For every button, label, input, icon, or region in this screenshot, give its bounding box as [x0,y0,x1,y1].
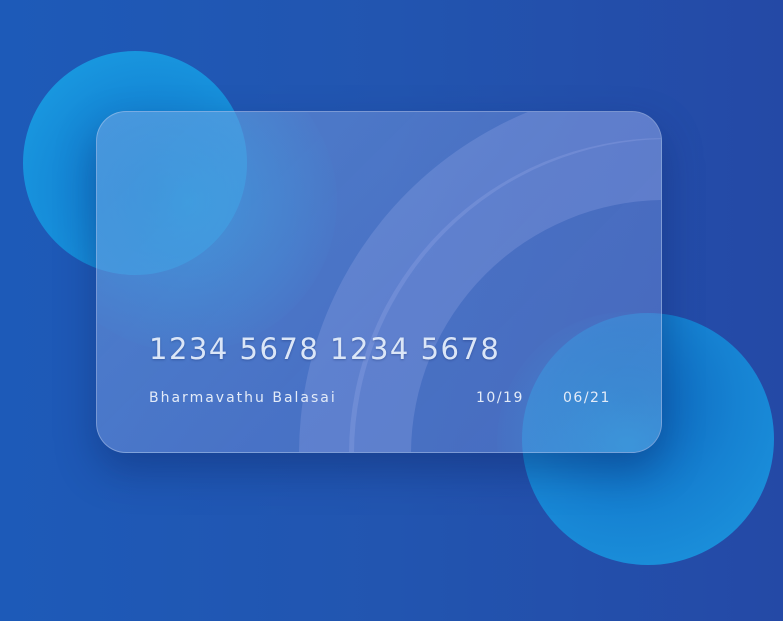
glass-credit-card[interactable]: 1234 5678 1234 5678 Bharmavathu Balasai … [96,111,662,453]
card-valid-from: 10/19 [476,390,524,406]
card-valid-thru: 06/21 [563,390,611,406]
card-holder-name: Bharmavathu Balasai [149,390,337,406]
card-number: 1234 5678 1234 5678 [149,332,501,366]
